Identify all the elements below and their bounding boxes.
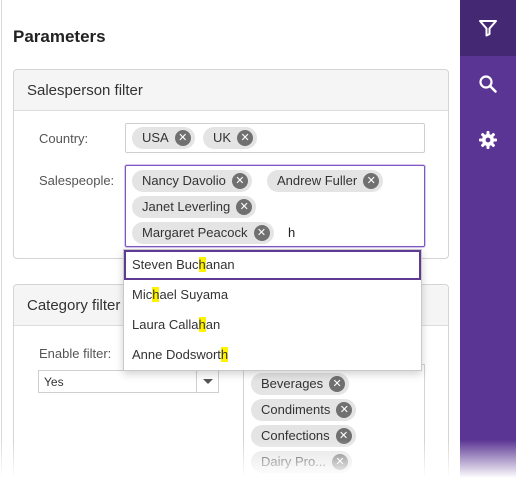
search-button[interactable]: [460, 56, 516, 112]
country-label: Country:: [39, 131, 89, 146]
country-tag: USA ✕: [132, 127, 195, 149]
page-title: Parameters: [13, 27, 106, 46]
filter-icon: [479, 20, 497, 37]
chevron-down-icon[interactable]: [196, 371, 218, 392]
category-tag: Dairy Pro... ✕: [251, 451, 353, 473]
tag-label: Condiments: [261, 402, 331, 417]
gear-icon: [479, 131, 497, 149]
remove-tag-icon[interactable]: ✕: [363, 173, 380, 189]
salesperson-tag: Nancy Davolio ✕: [132, 170, 252, 192]
filter-button[interactable]: [460, 0, 516, 56]
search-icon: [479, 75, 497, 93]
salespeople-search-input[interactable]: h: [288, 225, 295, 240]
enable-filter-label: Enable filter:: [39, 346, 112, 361]
tag-label: Confections: [261, 428, 330, 443]
remove-tag-icon[interactable]: ✕: [237, 130, 254, 146]
category-tag: Condiments ✕: [251, 399, 357, 421]
tag-label: UK: [213, 130, 232, 145]
salesperson-filter-header[interactable]: Salesperson filter: [14, 70, 448, 111]
salesperson-tag: Andrew Fuller ✕: [267, 170, 384, 192]
tag-label: Janet Leverling: [142, 199, 231, 214]
salespeople-tag-box[interactable]: Nancy Davolio ✕ Andrew Fuller ✕ Janet Le…: [125, 165, 425, 247]
suggestion-item[interactable]: Steven Buchanan: [124, 250, 421, 280]
category-tag: Beverages ✕: [251, 373, 350, 395]
settings-button[interactable]: [460, 112, 516, 168]
tool-sidebar: [460, 0, 516, 478]
remove-tag-icon[interactable]: ✕: [335, 428, 352, 444]
remove-tag-icon[interactable]: ✕: [253, 225, 270, 241]
salespeople-suggestions: Steven Buchanan Michael Suyama Laura Cal…: [123, 249, 422, 371]
suggestion-item[interactable]: Michael Suyama: [124, 280, 421, 310]
remove-tag-icon[interactable]: ✕: [329, 376, 346, 392]
tag-label: USA: [142, 130, 169, 145]
tag-label: Andrew Fuller: [277, 173, 358, 188]
suggestion-item[interactable]: Anne Dodsworth: [124, 340, 421, 370]
parameters-panel: Parameters Salesperson filter Country: U…: [1, 0, 460, 478]
salesperson-tag: Janet Leverling ✕: [132, 196, 257, 218]
salesperson-tag: Margaret Peacock ✕: [132, 222, 274, 244]
salespeople-label: Salespeople:: [39, 173, 115, 188]
tag-label: Dairy Pro...: [261, 454, 327, 469]
country-tag-box[interactable]: USA ✕ UK ✕: [125, 123, 425, 153]
remove-tag-icon[interactable]: ✕: [174, 130, 191, 146]
category-tag: Confections ✕: [251, 425, 356, 447]
remove-tag-icon[interactable]: ✕: [336, 402, 353, 418]
tag-label: Beverages: [261, 376, 324, 391]
enable-filter-value: Yes: [44, 375, 64, 389]
category-tag-box[interactable]: Beverages ✕ Condiments ✕ Confections ✕ D…: [243, 364, 425, 478]
tag-label: Margaret Peacock: [142, 225, 248, 240]
remove-tag-icon[interactable]: ✕: [231, 173, 248, 189]
tag-label: Nancy Davolio: [142, 173, 226, 188]
enable-filter-select[interactable]: Yes: [38, 370, 219, 393]
remove-tag-icon[interactable]: ✕: [236, 199, 253, 215]
country-tag: UK ✕: [203, 127, 258, 149]
remove-tag-icon[interactable]: ✕: [332, 454, 349, 470]
suggestion-item[interactable]: Laura Callahan: [124, 310, 421, 340]
